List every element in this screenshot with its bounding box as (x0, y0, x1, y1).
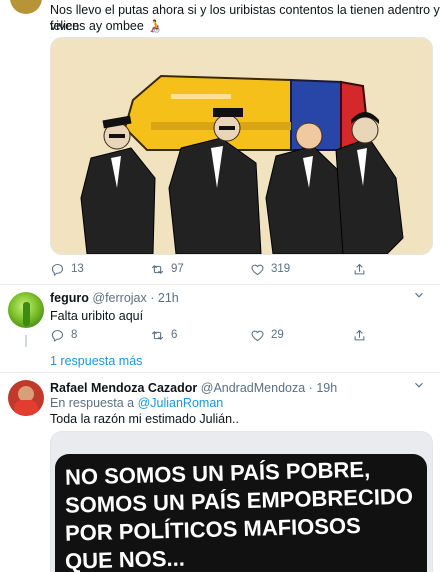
user-name[interactable]: feguro (50, 291, 89, 305)
tweet-actions: 13 97 319 (50, 261, 380, 277)
reply-header: Rafael Mendoza Cazador @AndradMendoza · … (50, 381, 337, 395)
reply-button[interactable]: 13 (50, 262, 84, 277)
retweet-button[interactable]: 97 (150, 262, 184, 277)
tweet-text-line2: felices ay ombee 🧑‍🦽 (50, 19, 163, 33)
mention-link[interactable]: @JulianRoman (138, 396, 224, 410)
separator: · (308, 381, 313, 395)
reply-count: 8 (71, 329, 78, 341)
sign-board: NO SOMOS UN PAÍS POBRE, SOMOS UN PAÍS EM… (55, 454, 427, 572)
reply-count: 13 (71, 263, 84, 275)
like-button[interactable]: 29 (250, 328, 284, 343)
like-count: 319 (271, 263, 291, 275)
avatar[interactable] (10, 0, 42, 14)
reply-image[interactable]: NO SOMOS UN PAÍS POBRE, SOMOS UN PAÍS EM… (50, 431, 433, 572)
retweet-button[interactable]: 6 (150, 328, 177, 343)
in-reply-to: En respuesta a @JulianRoman (50, 396, 223, 410)
retweet-count: 97 (171, 263, 184, 275)
heart-icon (251, 330, 264, 341)
avatar[interactable] (8, 380, 44, 416)
share-button[interactable] (352, 262, 367, 277)
user-name[interactable]: Rafael Mendoza Cazador (50, 381, 197, 395)
reply-text: Toda la razón mi estimado Julián.. (50, 412, 239, 426)
reply-icon (51, 329, 64, 342)
chevron-down-icon (415, 382, 423, 388)
in-reply-prefix: En respuesta a (50, 396, 135, 410)
reply-text: Falta uribito aquí (50, 309, 144, 323)
share-icon (354, 263, 365, 274)
show-more-replies-link[interactable]: 1 respuesta más (50, 354, 142, 368)
retweet-count: 6 (171, 329, 178, 341)
heart-icon (251, 264, 264, 275)
separator: · (150, 291, 155, 305)
like-count: 29 (271, 329, 284, 341)
reply-header: feguro @ferrojax · 21h (50, 291, 179, 305)
avatar[interactable] (8, 292, 44, 328)
tweet-image[interactable] (50, 37, 433, 255)
thread-line (25, 335, 27, 347)
reply-actions: 8 6 29 (50, 327, 380, 343)
more-options-button[interactable] (412, 288, 432, 302)
divider (0, 372, 440, 373)
retweet-icon (151, 330, 164, 340)
user-handle[interactable]: @AndradMendoza (201, 381, 305, 395)
share-button[interactable] (352, 328, 367, 343)
divider (0, 284, 440, 285)
share-icon (354, 329, 365, 340)
like-button[interactable]: 319 (250, 262, 290, 277)
timestamp[interactable]: 19h (316, 381, 337, 395)
reply-icon (51, 263, 64, 276)
more-options-button[interactable] (412, 378, 432, 392)
timestamp[interactable]: 21h (158, 291, 179, 305)
chevron-down-icon (415, 292, 423, 298)
retweet-icon (151, 264, 164, 274)
user-handle[interactable]: @ferrojax (92, 291, 146, 305)
reply-button[interactable]: 8 (50, 328, 77, 343)
